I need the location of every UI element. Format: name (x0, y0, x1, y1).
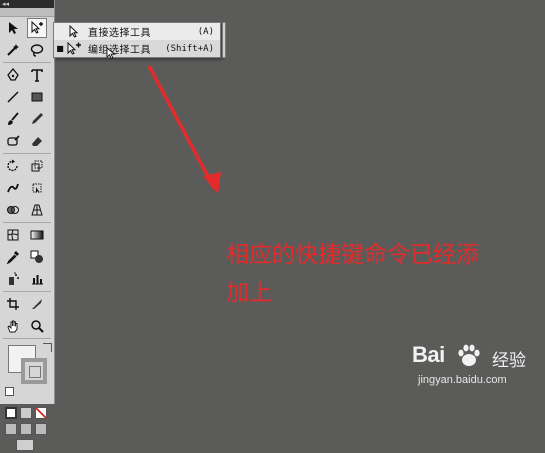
color-mode-button[interactable] (5, 407, 17, 419)
screen-mode-button[interactable] (16, 439, 34, 451)
draw-inside-button[interactable] (35, 423, 47, 435)
stroke-swatch[interactable] (21, 358, 47, 384)
draw-normal-button[interactable] (5, 423, 17, 435)
gradient-tool[interactable] (27, 225, 47, 245)
flyout-tearoff-button[interactable] (222, 22, 226, 58)
gradient-icon (30, 230, 44, 240)
perspective-grid-tool[interactable] (27, 200, 47, 220)
hand-icon (7, 320, 18, 333)
mesh-icon (7, 229, 19, 241)
pencil-tool[interactable] (27, 109, 47, 129)
graph-icon (32, 275, 43, 285)
blend-icon (30, 250, 43, 263)
paw-logo-icon (458, 344, 480, 366)
menu-item-group-selection[interactable]: ■ 编组选择工具 (Shift+A) (54, 40, 220, 57)
symbol-sprayer-tool[interactable] (3, 269, 23, 289)
rotate-tool[interactable] (3, 156, 23, 176)
selection-arrow-icon (9, 22, 18, 34)
selection-tools-flyout: 直接选择工具 (A) ■ 编组选择工具 (Shift+A) (53, 22, 221, 60)
artboard-tool[interactable] (3, 294, 23, 314)
free-transform-icon (32, 183, 42, 193)
type-icon (31, 69, 43, 82)
menu-item-label: 编组选择工具 (88, 45, 151, 56)
warp-icon (7, 183, 19, 193)
pencil-icon (32, 113, 43, 124)
pen-icon (7, 68, 19, 81)
shape-builder-tool[interactable] (3, 200, 23, 220)
lasso-tool[interactable] (27, 40, 47, 60)
eyedropper-icon (6, 251, 19, 264)
zoom-tool[interactable] (27, 316, 47, 336)
eraser-tool[interactable] (27, 131, 47, 151)
direct-selection-icon (69, 25, 79, 38)
slice-tool[interactable] (27, 294, 47, 314)
free-transform-tool[interactable] (27, 178, 47, 198)
panel-title-bar[interactable] (0, 8, 54, 17)
type-tool[interactable] (27, 65, 47, 85)
magic-wand-tool[interactable] (3, 40, 23, 60)
knife-icon (32, 299, 42, 309)
perspective-grid-icon (31, 204, 43, 216)
pen-tool[interactable] (3, 65, 23, 85)
menu-item-shortcut: (Shift+A) (165, 43, 214, 54)
magic-wand-icon (7, 44, 19, 56)
shape-builder-icon (7, 206, 19, 214)
tools-panel: ◂◂ (0, 0, 55, 451)
gradient-mode-button[interactable] (20, 407, 32, 419)
rotate-icon (7, 159, 18, 172)
lasso-icon (30, 44, 44, 57)
rectangle-tool[interactable] (27, 87, 47, 107)
zoom-icon (31, 320, 44, 333)
panel-collapse-grip[interactable]: ◂◂ (0, 0, 54, 8)
line-tool[interactable] (3, 87, 23, 107)
swap-fill-stroke-icon[interactable] (43, 343, 52, 352)
symbol-sprayer-icon (9, 272, 19, 285)
crop-icon (7, 298, 19, 310)
blob-brush-icon (7, 135, 20, 146)
paintbrush-tool[interactable] (3, 109, 23, 129)
menu-item-check: ■ (56, 44, 64, 53)
direct-select-add-icon (31, 21, 43, 34)
mouse-cursor-icon (106, 47, 116, 60)
line-icon (7, 91, 19, 103)
direct-selection-tool[interactable] (27, 18, 47, 38)
draw-behind-button[interactable] (20, 423, 32, 435)
menu-item-direct-selection[interactable]: 直接选择工具 (A) (54, 23, 220, 40)
watermark-brand-cn: 经验 (492, 351, 526, 371)
mesh-tool[interactable] (3, 225, 23, 245)
watermark: Bai 经验 jingyan.baidu.com (412, 342, 542, 400)
group-selection-icon (67, 42, 81, 55)
blend-tool[interactable] (27, 247, 47, 267)
eraser-icon (32, 137, 42, 146)
column-graph-tool[interactable] (27, 269, 47, 289)
selection-tool[interactable] (3, 18, 23, 38)
blob-brush-tool[interactable] (3, 131, 23, 151)
hand-tool[interactable] (3, 316, 23, 336)
fill-stroke-area (3, 341, 52, 403)
paintbrush-icon (8, 112, 19, 125)
scale-tool[interactable] (27, 156, 47, 176)
eyedropper-tool[interactable] (3, 247, 23, 267)
menu-item-shortcut: (A) (197, 26, 214, 37)
watermark-url: jingyan.baidu.com (418, 374, 507, 386)
warp-tool[interactable] (3, 178, 23, 198)
watermark-brand: Bai (412, 342, 445, 367)
menu-item-label: 直接选择工具 (88, 28, 151, 39)
scale-icon (31, 160, 43, 172)
rectangle-icon (31, 92, 43, 102)
default-colors-icon[interactable] (5, 387, 14, 396)
annotation-text: 相应的快捷键命令已经添 加上 (226, 242, 479, 306)
none-mode-button[interactable] (35, 407, 47, 419)
